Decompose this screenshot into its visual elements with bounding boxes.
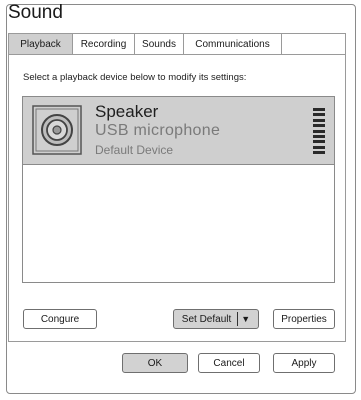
set-default-button[interactable]: Set Default ▼: [173, 309, 259, 329]
window-title: Sound: [8, 2, 63, 23]
device-list[interactable]: Speaker USB microphone Default Device: [22, 96, 335, 283]
volume-level-meter: [313, 108, 325, 154]
instruction-text: Select a playback device below to modify…: [23, 72, 247, 83]
tab-sounds[interactable]: Sounds: [135, 34, 184, 54]
tab-communications[interactable]: Communications: [184, 34, 282, 54]
device-name: Speaker: [95, 102, 159, 121]
configure-button[interactable]: Congure: [23, 309, 97, 329]
cancel-button[interactable]: Cancel: [198, 353, 260, 373]
apply-button[interactable]: Apply: [273, 353, 335, 373]
device-description: USB microphone: [95, 122, 221, 139]
tab-bar: Playback Recording Sounds Communications: [8, 33, 346, 55]
tab-bar-filler: [282, 34, 345, 54]
speaker-icon: [32, 105, 82, 155]
device-status: Default Device: [95, 143, 174, 157]
set-default-label: Set Default: [181, 313, 232, 325]
chevron-down-icon[interactable]: ▼: [241, 314, 250, 324]
properties-button[interactable]: Properties: [273, 309, 335, 329]
split-divider: [237, 312, 239, 326]
list-item-speaker[interactable]: Speaker USB microphone Default Device: [23, 97, 334, 165]
ok-button[interactable]: OK: [122, 353, 188, 373]
tab-playback[interactable]: Playback: [9, 34, 73, 54]
tab-recording[interactable]: Recording: [73, 34, 135, 54]
